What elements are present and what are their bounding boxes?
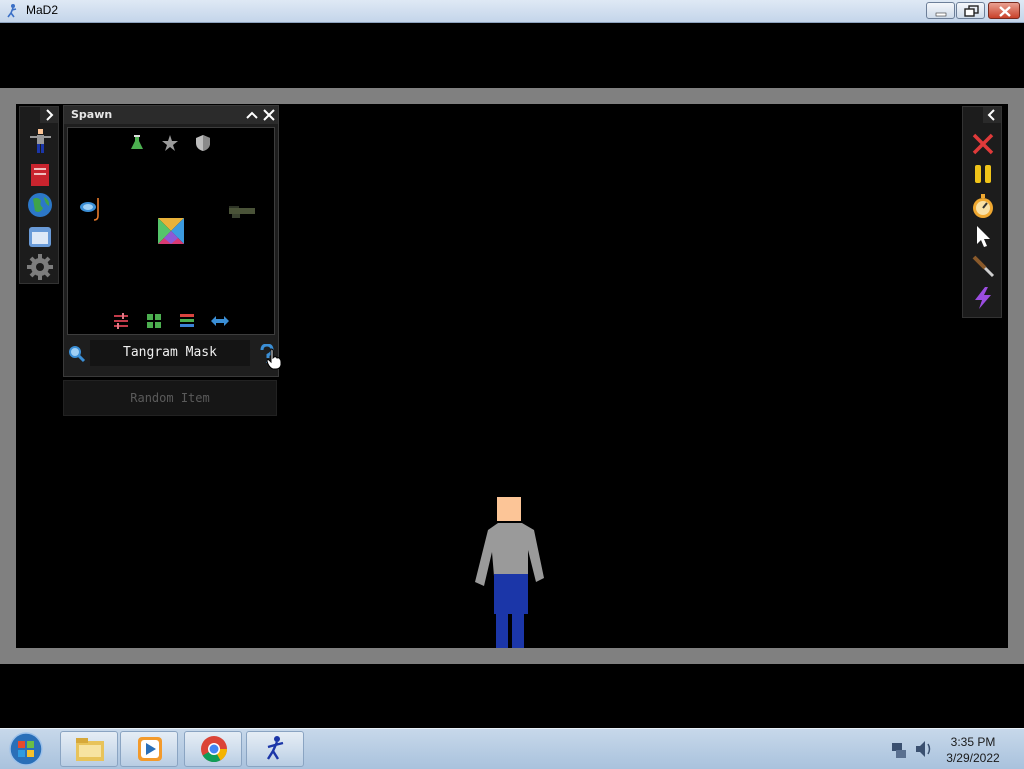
flask-icon[interactable] [128,134,146,152]
filter-icon[interactable] [112,312,130,330]
list-view-icon[interactable] [178,312,196,330]
hand-cursor-icon [266,348,282,370]
delete-icon[interactable] [970,131,996,157]
book-icon[interactable] [26,161,54,189]
ragdoll-right-leg [512,612,524,648]
globe-icon[interactable] [26,191,54,219]
pause-icon[interactable] [970,161,996,187]
window-title: MaD2 [26,3,59,17]
spawn-item-grid [67,127,275,335]
chevron-left-icon [987,109,995,121]
volume-icon[interactable] [916,741,931,757]
close-icon[interactable] [261,107,277,123]
ragdoll-hips [494,574,528,614]
knife-icon[interactable] [970,253,996,279]
gear-icon[interactable] [26,253,54,281]
taskbar-explorer-button[interactable] [60,731,118,767]
media-player-icon [138,737,162,761]
close-window-button[interactable] [988,2,1020,19]
rifle-item[interactable] [228,204,256,220]
snorkel-mask-item[interactable] [79,196,101,222]
app-icon [7,4,17,18]
collapse-up-icon[interactable] [244,107,260,123]
search-icon[interactable] [68,345,86,363]
taskbar-mad2-button[interactable] [246,731,304,767]
network-icon[interactable] [892,743,906,758]
maximize-button[interactable] [956,2,985,19]
stopwatch-icon[interactable] [970,193,996,219]
spawn-panel-header[interactable]: Spawn [64,106,278,124]
explorer-icon [76,738,104,761]
swap-icon[interactable] [209,314,231,328]
window-titlebar: MaD2 [0,0,1024,23]
taskbar: 3:35 PM 3/29/2022 [0,728,1024,769]
clock-date: 3/29/2022 [946,751,1000,765]
minimize-button[interactable] [926,2,955,19]
star-icon[interactable] [161,134,179,152]
search-input[interactable]: Tangram Mask [90,340,250,366]
grid-view-icon[interactable] [145,312,163,330]
spawn-panel-title: Spawn [71,108,113,121]
ragdoll-left-leg [496,612,508,648]
spawn-panel: Spawn Tangram Mask [63,105,279,377]
taskbar-media-player-button[interactable] [120,731,178,767]
lightning-icon[interactable] [970,285,996,311]
start-button[interactable] [4,731,48,767]
expand-toolbar-button[interactable] [40,107,58,123]
random-item-button[interactable]: Random Item [63,380,277,416]
minimize-icon [935,12,947,17]
chevron-right-icon [46,109,54,121]
shield-icon[interactable] [194,134,212,152]
chrome-icon [201,736,228,763]
close-icon [999,6,1011,17]
taskbar-clock[interactable]: 3:35 PM 3/29/2022 [940,734,1006,766]
left-toolbar [19,106,59,284]
collapse-toolbar-button[interactable] [983,107,1001,123]
ragdoll-human[interactable] [470,494,550,648]
search-row: Tangram Mask [64,338,278,370]
taskbar-chrome-button[interactable] [184,731,242,767]
restore-icon [964,5,979,17]
mad2-icon [266,736,284,760]
ragdoll-tool-icon[interactable] [26,127,54,155]
ragdoll-head [497,497,521,521]
clock-time: 3:35 PM [950,735,996,749]
tangram-mask-item[interactable] [158,218,184,244]
window-icon[interactable] [26,223,54,251]
right-toolbar [962,106,1002,318]
cursor-icon[interactable] [970,223,996,249]
